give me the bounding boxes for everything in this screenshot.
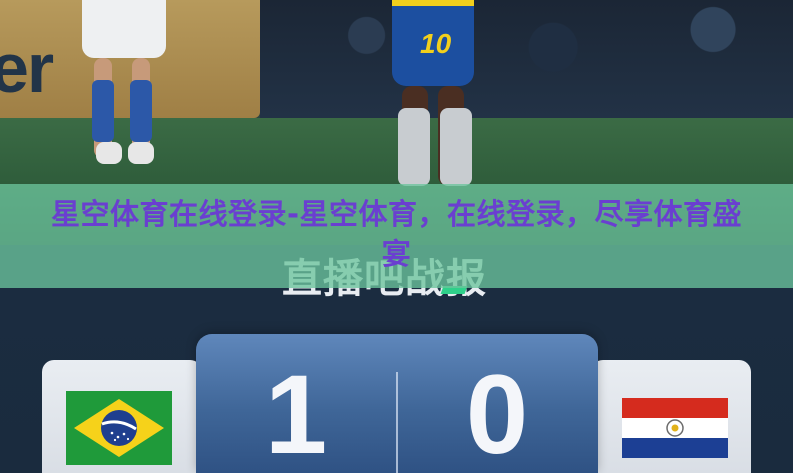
player-mid-sock	[398, 108, 430, 186]
player-left-boot	[96, 142, 122, 164]
player-left-sock	[130, 80, 152, 142]
player-left-sock	[92, 80, 114, 142]
player-left-boot	[128, 142, 154, 164]
home-score: 1	[264, 352, 328, 473]
away-score: 0	[465, 352, 529, 473]
score-divider	[396, 372, 398, 473]
crowd-background	[260, 0, 793, 118]
page-title[interactable]: 星空体育在线登录-星空体育，在线登录，尽享体育盛宴	[40, 194, 753, 274]
ad-board-text: er	[0, 29, 54, 107]
player-left-shorts	[82, 0, 166, 58]
player-mid-sock	[440, 108, 472, 186]
brazil-flag-icon	[66, 391, 172, 465]
jersey-number: 10	[420, 28, 452, 59]
player-mid-jersey-hem	[392, 0, 474, 6]
paraguay-flag-icon	[622, 398, 728, 458]
